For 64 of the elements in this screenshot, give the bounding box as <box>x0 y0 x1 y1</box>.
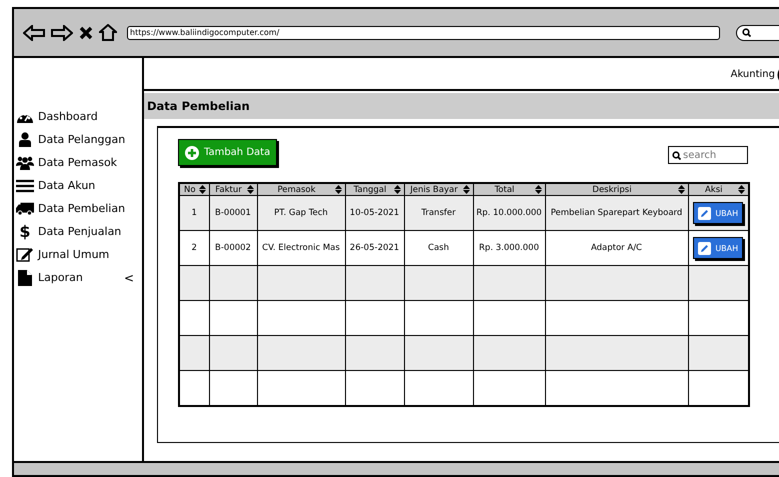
table-cell: Transfer <box>404 196 473 230</box>
sidebar-label: Laporan <box>38 271 83 284</box>
table-cell: Pembelian Sparepart Keyboard <box>545 196 688 230</box>
column-header[interactable]: Pemasok <box>257 183 345 196</box>
sidebar-label: Dashboard <box>38 110 98 123</box>
column-header[interactable]: Jenis Bayar <box>404 183 473 196</box>
section-title: Data Pembelian <box>147 99 250 113</box>
plus-icon <box>185 146 199 160</box>
sidebar-label: Jurnal Umum <box>38 248 110 261</box>
forward-icon[interactable] <box>51 24 73 40</box>
sidebar-item[interactable]: Data Pembelian <box>16 197 142 220</box>
edit-button[interactable]: UBAH <box>693 202 744 224</box>
sidebar-item[interactable]: Dashboard <box>16 105 142 128</box>
search-icon <box>742 28 752 37</box>
sort-icon <box>198 185 206 194</box>
close-icon[interactable] <box>79 26 93 40</box>
sidebar-label: Data Pelanggan <box>38 133 126 146</box>
sidebar-item[interactable]: Data Pelanggan <box>16 128 142 151</box>
sidebar-label: Data Penjualan <box>38 225 122 238</box>
home-icon[interactable] <box>99 24 117 41</box>
sidebar-item[interactable]: Laporan < <box>16 266 142 289</box>
sort-icon <box>394 185 400 194</box>
sidebar-item[interactable]: Jurnal Umum <box>16 243 142 266</box>
sort-icon <box>678 185 684 194</box>
sidebar-label: Data Pembelian <box>38 202 126 215</box>
user-name: Akunting <box>730 69 775 80</box>
sort-icon <box>534 185 542 194</box>
column-header[interactable]: Faktur <box>209 183 257 196</box>
column-header[interactable]: No <box>179 183 209 196</box>
table-cell: 10-05-2021 <box>345 196 404 230</box>
table-cell: 1 <box>179 196 209 230</box>
pencil-icon <box>698 242 712 254</box>
sort-icon <box>246 185 254 194</box>
search-field[interactable]: search <box>668 146 748 164</box>
pencil-icon <box>698 206 712 220</box>
sort-icon <box>334 185 342 194</box>
sort-icon <box>738 185 745 194</box>
sidebar-item[interactable]: Data Pemasok <box>16 151 142 174</box>
browser-search-field[interactable] <box>736 24 779 40</box>
sidebar-item[interactable]: Data Akun <box>16 174 142 197</box>
column-header[interactable]: Deskripsi <box>545 183 688 196</box>
column-header[interactable]: Aksi <box>688 183 749 196</box>
sidebar-item[interactable]: $ Data Penjualan <box>16 220 142 243</box>
table-cell: B-00001 <box>209 196 257 230</box>
sort-icon <box>462 185 470 194</box>
document-icon <box>16 270 34 286</box>
sidebar-label: Data Pemasok <box>38 156 118 169</box>
user-icon <box>16 132 34 147</box>
search-icon <box>672 150 681 160</box>
address-bar[interactable]: https://www.baliindigocomputer.com/ <box>127 26 720 40</box>
add-button[interactable]: Tambah Data <box>178 139 278 166</box>
table-cell: PT. Gap Tech <box>257 196 345 230</box>
menu-icon <box>16 178 34 192</box>
sidebar-label: Data Akun <box>38 179 96 192</box>
column-header[interactable]: Tanggal <box>345 183 404 196</box>
caret-icon: < <box>124 270 134 284</box>
edit-icon <box>16 247 34 262</box>
column-header[interactable]: Total <box>473 183 545 196</box>
truck-icon <box>16 202 34 216</box>
group-icon <box>16 156 34 170</box>
back-icon[interactable] <box>23 24 45 40</box>
edit-button[interactable]: UBAH <box>693 237 744 259</box>
table-cell: Rp. 10.000.000 <box>473 196 545 230</box>
dollar-icon: $ <box>16 222 34 241</box>
